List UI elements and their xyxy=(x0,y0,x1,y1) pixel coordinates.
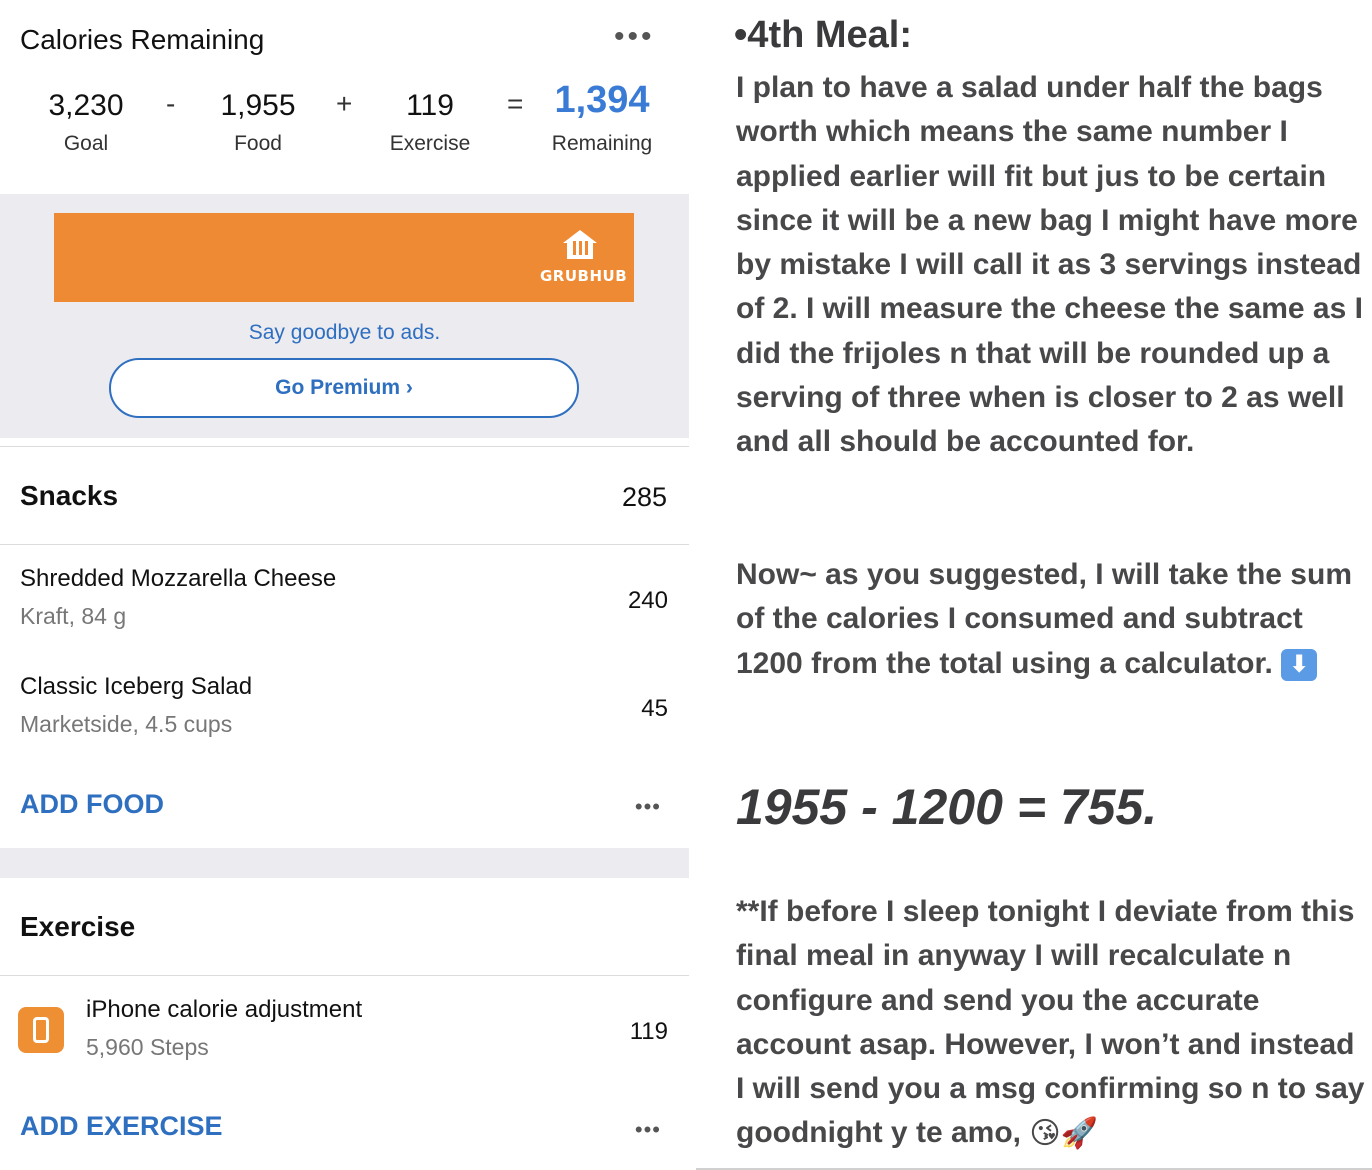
iphone-icon xyxy=(18,1007,64,1053)
food-entry-detail: Kraft, 84 g xyxy=(20,603,127,629)
exercise-entry-calories: 119 xyxy=(629,1018,668,1045)
food-entry-name: Shredded Mozzarella Cheese xyxy=(20,565,337,592)
panel-divider xyxy=(689,0,696,1170)
food-value: 1,955 xyxy=(220,89,296,122)
ad-area: GRUBHUB Say goodbye to ads. Go Premium › xyxy=(0,194,689,438)
exercise-title: Exercise xyxy=(20,911,136,942)
meal-plan-paragraph: I plan to have a salad under half the ba… xyxy=(736,71,1363,459)
exercise-value: 119 xyxy=(406,89,454,122)
say-goodbye-text: Say goodbye to ads. xyxy=(248,321,441,344)
exercise-label: Exercise xyxy=(389,132,471,155)
closing-text: **If before I sleep tonight I deviate fr… xyxy=(736,895,1365,1150)
exercise-entry[interactable]: iPhone calorie adjustment 5,960 Steps 11… xyxy=(86,996,668,1061)
divider xyxy=(0,446,689,447)
grubhub-logo: GRUBHUB xyxy=(540,227,628,285)
remaining-label: Remaining xyxy=(551,132,653,155)
goal-value: 3,230 xyxy=(48,89,124,122)
snacks-more-icon[interactable]: ••• xyxy=(635,794,661,820)
add-food-button[interactable]: ADD FOOD xyxy=(20,789,164,820)
food-entry-calories: 45 xyxy=(641,695,668,722)
snacks-title: Snacks xyxy=(20,480,119,511)
exercise-entry-name: iPhone calorie adjustment xyxy=(86,996,363,1023)
remaining-value: 1,394 xyxy=(554,79,650,121)
remaining-block: 1,394 Remaining xyxy=(540,78,664,156)
food-label: Food xyxy=(234,132,282,155)
house-fork-icon xyxy=(540,227,620,267)
divider xyxy=(0,975,689,976)
rocket-emoji-icon: 🚀 xyxy=(1060,1117,1098,1151)
divider xyxy=(0,544,689,545)
exercise-block: 119 Exercise xyxy=(375,84,485,156)
closing-paragraph: **If before I sleep tonight I deviate fr… xyxy=(736,890,1366,1157)
exercise-more-icon[interactable]: ••• xyxy=(635,1117,661,1143)
food-entry[interactable]: Classic Iceberg Salad Marketside, 4.5 cu… xyxy=(20,673,668,738)
meal-title: •4th Meal: xyxy=(734,14,912,56)
down-arrow-icon: ⬇ xyxy=(1281,648,1318,681)
snacks-total: 285 xyxy=(621,482,667,512)
food-block: 1,955 Food xyxy=(208,84,308,156)
notes-panel: •4th Meal: I plan to have a salad under … xyxy=(696,0,1372,1170)
goal-label: Goal xyxy=(63,132,109,155)
kiss-emoji-icon: 😘 xyxy=(1029,1117,1061,1151)
section-separator xyxy=(0,848,689,878)
calculation-paragraph: Now~ as you suggested, I will take the s… xyxy=(736,553,1366,686)
equals-sign: = xyxy=(507,88,524,119)
calculation-text: Now~ as you suggested, I will take the s… xyxy=(736,558,1352,680)
food-entry[interactable]: Shredded Mozzarella Cheese Kraft, 84 g 2… xyxy=(20,565,668,630)
food-entry-name: Classic Iceberg Salad xyxy=(20,673,253,700)
food-entry-detail: Marketside, 4.5 cups xyxy=(20,711,233,737)
calories-remaining-title: Calories Remaining xyxy=(20,24,265,55)
minus-sign: - xyxy=(166,88,176,119)
add-exercise-button[interactable]: ADD EXERCISE xyxy=(20,1111,223,1142)
go-premium-button[interactable]: Go Premium › xyxy=(109,358,579,418)
food-entry-calories: 240 xyxy=(627,587,668,614)
calorie-equation: 3,230 Goal - 1,955 Food + 119 Exercise =… xyxy=(0,79,689,174)
goal-block: 3,230 Goal xyxy=(36,84,136,156)
grubhub-ad-banner[interactable]: GRUBHUB xyxy=(54,213,634,302)
plus-sign: + xyxy=(336,88,353,119)
more-options-icon[interactable]: ••• xyxy=(614,22,655,52)
calorie-equation-text: 1955 - 1200 = 755. xyxy=(736,779,1158,835)
grubhub-wordmark: GRUBHUB xyxy=(540,267,628,285)
exercise-entry-detail: 5,960 Steps xyxy=(86,1034,209,1060)
calorie-tracker-panel: Calories Remaining ••• 3,230 Goal - 1,95… xyxy=(0,0,689,1170)
